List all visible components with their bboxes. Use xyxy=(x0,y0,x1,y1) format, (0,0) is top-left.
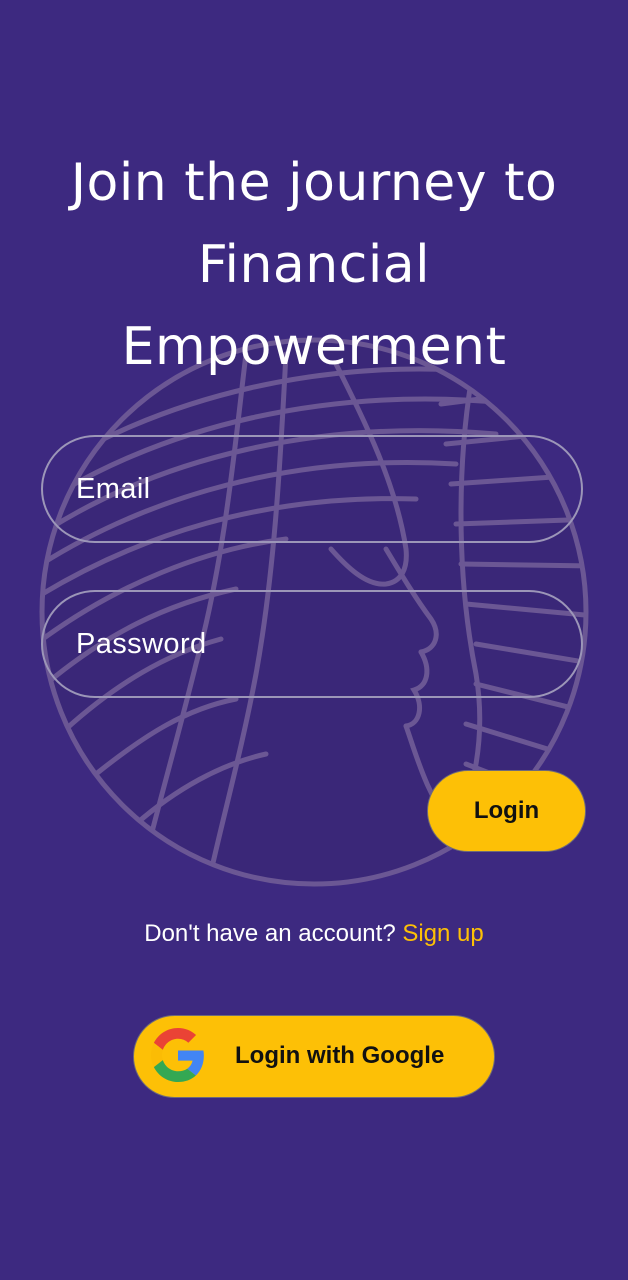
page-title-line-3: Empowerment xyxy=(121,317,507,377)
page-title-line-1: Join the journey to xyxy=(70,153,558,213)
email-placeholder: Email xyxy=(76,472,151,505)
signup-prompt: Don't have an account? xyxy=(144,920,396,947)
login-with-google-button[interactable]: Login with Google xyxy=(133,1015,495,1098)
page-title: Join the journey to Financial Empowermen… xyxy=(0,142,628,388)
signup-prompt-line: Don't have an account? Sign up xyxy=(0,916,628,952)
google-icon xyxy=(151,1028,204,1082)
password-field[interactable]: Password xyxy=(41,590,583,698)
login-button-label: Login xyxy=(473,797,540,824)
login-with-google-label: Login with Google xyxy=(235,1042,445,1069)
login-button[interactable]: Login xyxy=(427,770,586,852)
signup-link[interactable]: Sign up xyxy=(402,920,483,947)
email-field[interactable]: Email xyxy=(41,435,583,543)
login-screen: Join the journey to Financial Empowermen… xyxy=(0,0,628,1280)
password-placeholder: Password xyxy=(76,627,207,660)
page-title-line-2: Financial xyxy=(197,235,431,295)
